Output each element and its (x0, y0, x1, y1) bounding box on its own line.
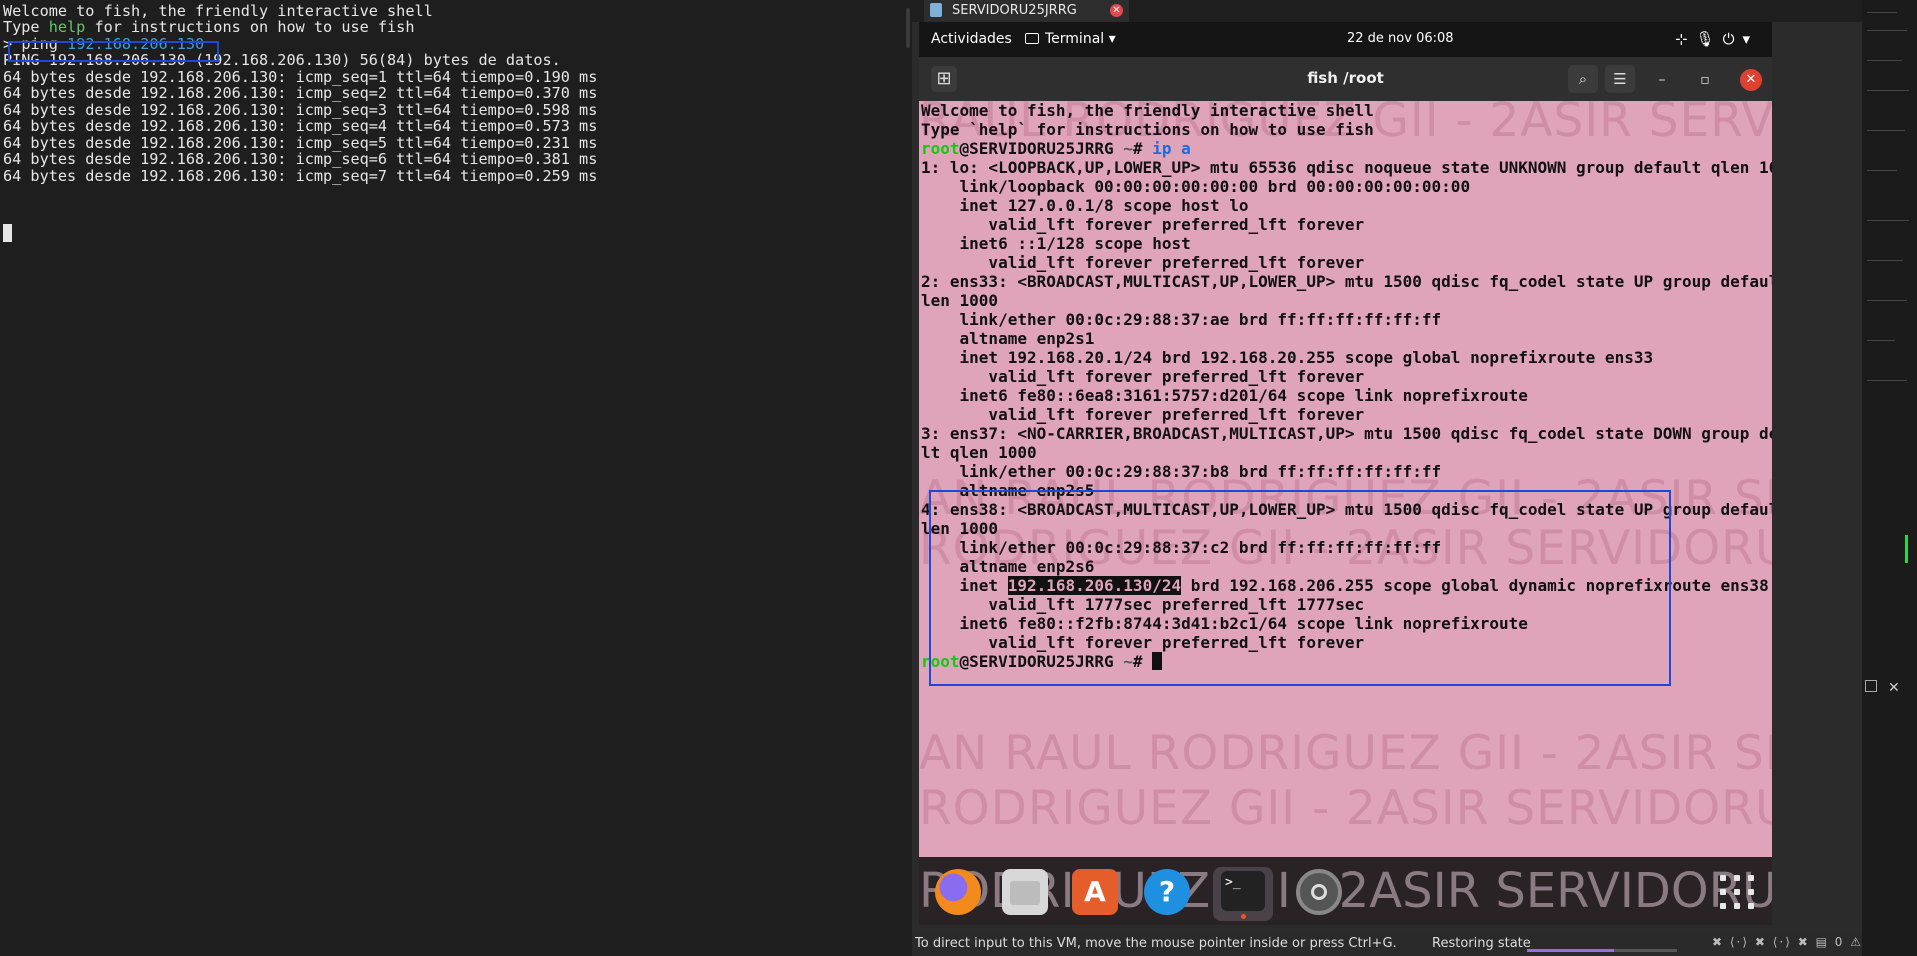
prompt-host: @SERVIDORU25JRRG (959, 139, 1114, 158)
output-line: link/ether 00:0c:29:88:37:b8 brd ff:ff:f… (921, 462, 1442, 481)
app-grid-icon[interactable] (1718, 873, 1758, 913)
restore-progress-bar (1527, 949, 1677, 952)
app-menu-label: Terminal ▾ (1045, 31, 1116, 47)
output-line: link/ether 00:0c:29:88:37:ae brd ff:ff:f… (921, 310, 1442, 329)
output-line: valid_lft forever preferred_lft forever (921, 367, 1365, 386)
window-title: fish /root (1307, 69, 1384, 87)
chevron-down-icon: ▾ (1742, 30, 1758, 48)
system-tray[interactable]: ⊹🎙⏻▾ (1675, 30, 1758, 48)
text-cursor (3, 224, 12, 242)
ping-reply-line: 64 bytes desde 192.168.206.130: icmp_seq… (3, 167, 598, 185)
vm-tab-icon (930, 3, 942, 17)
clock[interactable]: 22 de nov 06:08 (1347, 31, 1454, 46)
maximize-icon[interactable] (1865, 680, 1877, 692)
gnome-top-bar: Actividades Terminal ▾ 22 de nov 06:08 ⊹… (919, 22, 1772, 57)
output-line: 2: ens33: <BROADCAST,MULTICAST,UP,LOWER_… (921, 272, 1772, 291)
help-icon[interactable]: ? (1144, 869, 1190, 915)
maximize-icon[interactable]: ▫ (1695, 70, 1715, 90)
microphone-icon: 🎙 (1695, 30, 1723, 48)
vm-terminal[interactable]: RAUL RODRIGUEZ GII - 2ASIR SERVIDORU AN … (919, 101, 1772, 857)
annotation-highlight-box (8, 41, 219, 62)
side-panel (1862, 0, 1917, 956)
command-line: root@SERVIDORU25JRRG ~# ip a (921, 139, 1191, 158)
close-icon[interactable]: ✕ (1110, 4, 1123, 17)
firefox-icon[interactable] (935, 869, 981, 915)
terminal-icon (1025, 33, 1039, 44)
annotation-highlight-box (929, 490, 1671, 686)
device-status-icons[interactable]: ✖ ⟨·⟩ ✖ ⟨·⟩ ✖ ▤ 0 ⚠ (1712, 935, 1863, 949)
dock: RODRIGUEZ GII - 2ASIR SERVIDORU2 A ? >_ (919, 857, 1772, 925)
command-text: ip a (1152, 139, 1191, 158)
output-line: 3: ens37: <NO-CARRIER,BROADCAST,MULTICAS… (921, 424, 1772, 443)
watermark-text: RODRIGUEZ GII - 2ASIR SERVIDORU (919, 781, 1772, 836)
software-store-icon[interactable]: A (1072, 869, 1118, 915)
settings-gear-icon[interactable] (1296, 869, 1342, 915)
output-line: valid_lft forever preferred_lft forever (921, 405, 1365, 424)
power-icon: ⏻ (1722, 30, 1743, 48)
welcome-line: Welcome to fish, the friendly interactiv… (921, 101, 1374, 120)
output-line: inet 192.168.20.1/24 brd 192.168.20.255 … (921, 348, 1654, 367)
output-line: inet6 fe80::6ea8:3161:5757:d201/64 scope… (921, 386, 1528, 405)
vm-tab-title: SERVIDORU25JRRG (952, 3, 1077, 18)
minimize-icon[interactable]: – (1652, 70, 1672, 90)
output-line: len 1000 (921, 291, 999, 310)
search-icon[interactable]: ⌕ (1568, 65, 1598, 93)
restoring-state-label: Restoring state (1432, 936, 1531, 951)
vm-status-bar: To direct input to this VM, move the mou… (912, 932, 1862, 956)
app-menu-terminal[interactable]: Terminal ▾ (1025, 31, 1116, 47)
output-line: 1: lo: <LOOPBACK,UP,LOWER_UP> mtu 65536 … (921, 158, 1772, 177)
host-terminal[interactable]: Welcome to fish, the friendly interactiv… (0, 0, 910, 956)
vm-window[interactable]: SERVIDORU25JRRG ✕ Actividades Terminal ▾… (912, 0, 1862, 956)
output-line: inet6 ::1/128 scope host (921, 234, 1191, 253)
close-icon[interactable]: ✕ (1888, 680, 1900, 696)
status-indicator (1905, 535, 1908, 563)
prompt-dir: ~ (1113, 139, 1133, 158)
watermark-text: AN RAUL RODRIGUEZ GII - 2ASIR SERVIDOR (919, 726, 1772, 781)
files-icon[interactable] (1002, 869, 1048, 915)
output-line: inet 127.0.0.1/8 scope host lo (921, 196, 1249, 215)
output-line: valid_lft forever preferred_lft forever (921, 253, 1365, 272)
terminal-app-icon[interactable]: >_ (1213, 867, 1273, 921)
network-icon: ⊹ (1674, 30, 1696, 48)
hamburger-menu-icon[interactable]: ☰ (1605, 65, 1635, 93)
activities-button[interactable]: Actividades (931, 31, 1012, 47)
output-line: lt qlen 1000 (921, 443, 1037, 462)
help-line: Type `help` for instructions on how to u… (921, 120, 1374, 139)
status-message: To direct input to this VM, move the mou… (915, 936, 1397, 951)
scrollbar[interactable] (906, 8, 910, 48)
terminal-headerbar: ⊞ fish /root ⌕ ☰ – ▫ ✕ (919, 57, 1772, 101)
output-line: link/loopback 00:00:00:00:00:00 brd 00:0… (921, 177, 1471, 196)
vm-tab-bar: SERVIDORU25JRRG ✕ (912, 0, 1862, 22)
vm-tab[interactable]: SERVIDORU25JRRG ✕ (924, 0, 1129, 22)
close-icon[interactable]: ✕ (1740, 69, 1762, 91)
prompt-user: root (921, 139, 960, 158)
output-line: valid_lft forever preferred_lft forever (921, 215, 1365, 234)
output-line: altname enp2s1 (921, 329, 1095, 348)
